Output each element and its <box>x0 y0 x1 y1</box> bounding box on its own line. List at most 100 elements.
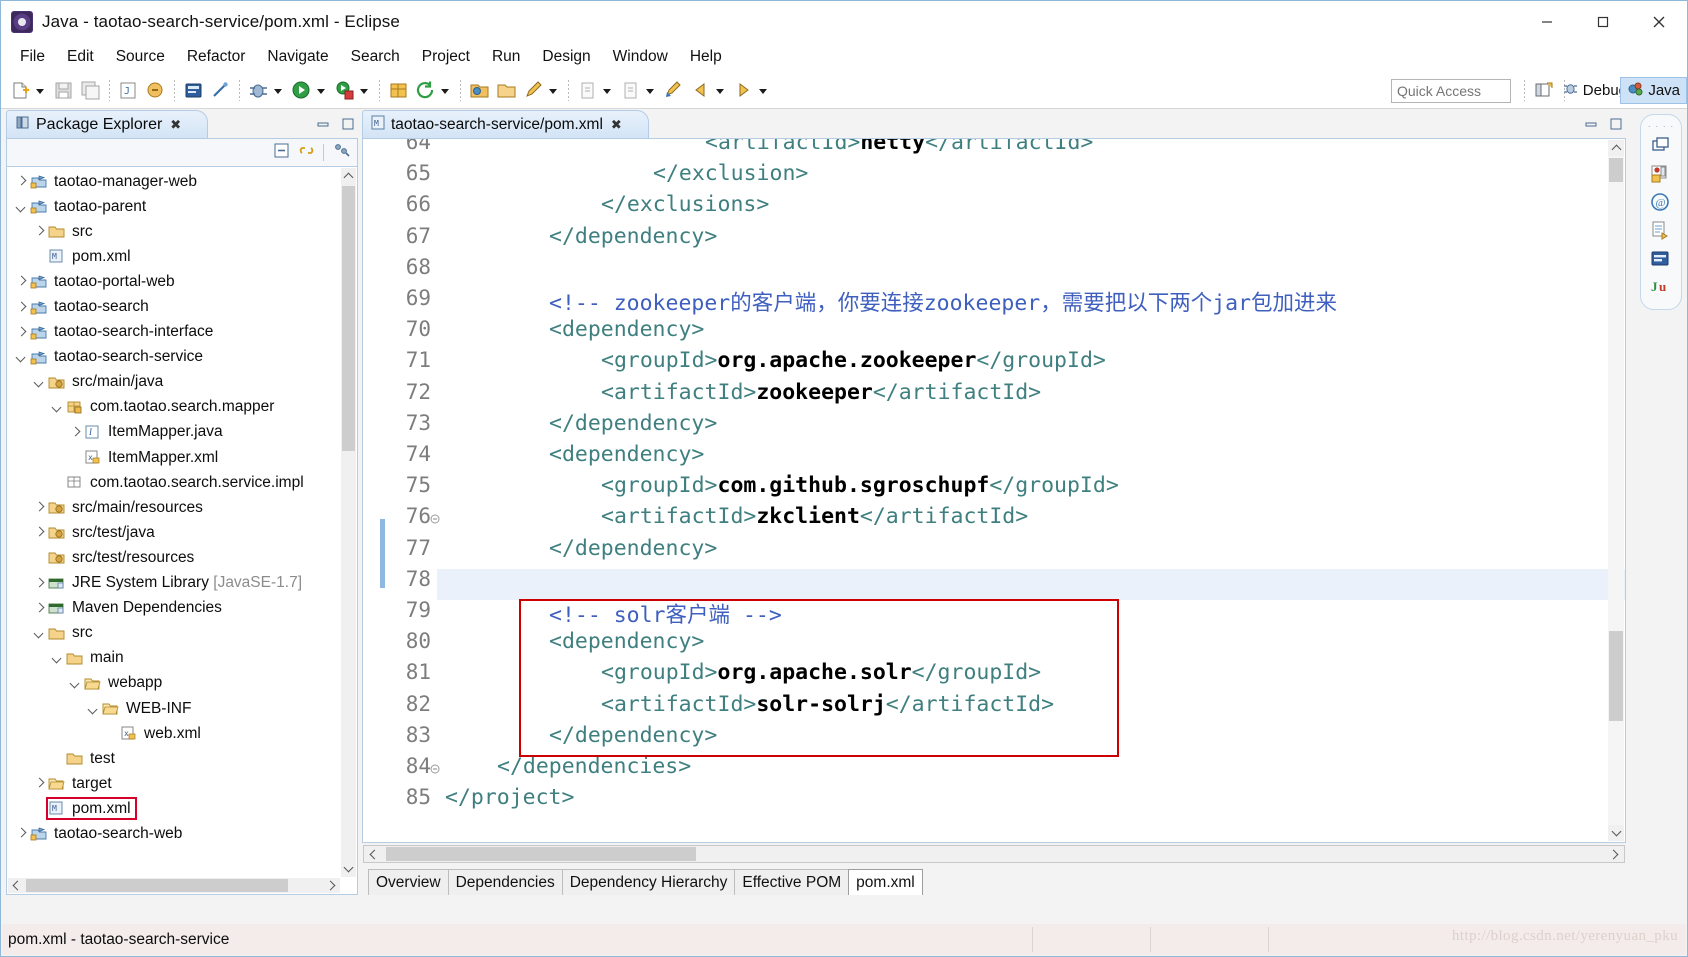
tree-item[interactable]: taotao-manager-web <box>7 169 341 194</box>
console-icon[interactable] <box>182 79 205 102</box>
link-with-editor-icon[interactable] <box>298 142 315 164</box>
tree-item[interactable]: main <box>7 646 341 671</box>
editor-page-tab-pom-xml[interactable]: pom.xml <box>848 869 923 895</box>
editor-scroll-thumb[interactable] <box>1609 158 1623 182</box>
next-annotation-icon[interactable] <box>576 79 599 102</box>
maximize-view-icon[interactable] <box>340 116 356 137</box>
chevron-down-icon[interactable] <box>67 675 83 691</box>
tree-item[interactable]: webapp <box>7 671 341 696</box>
debug-icon[interactable] <box>247 79 270 102</box>
editor-hscroll-thumb[interactable] <box>386 847 696 861</box>
tree-item[interactable]: target <box>7 771 341 796</box>
scroll-down-button[interactable] <box>341 861 356 877</box>
menu-run[interactable]: Run <box>481 45 531 69</box>
previous-annotation-dropdown-icon[interactable] <box>644 79 657 102</box>
editor-scroll-down-button[interactable] <box>1608 825 1624 841</box>
tree-item[interactable]: com.taotao.search.service.impl <box>7 470 341 495</box>
tree-scroll-thumb[interactable] <box>342 186 355 451</box>
quick-access-input[interactable] <box>1391 79 1511 103</box>
close-icon[interactable]: ✖ <box>611 117 622 133</box>
chevron-right-icon[interactable] <box>31 600 47 616</box>
forward-dropdown-icon[interactable] <box>757 79 770 102</box>
close-icon[interactable]: ✖ <box>170 117 181 133</box>
menu-project[interactable]: Project <box>411 45 481 69</box>
menu-help[interactable]: Help <box>679 45 733 69</box>
tree-item[interactable]: JRE System Library [JavaSE-1.7] <box>7 571 341 596</box>
chevron-right-icon[interactable] <box>13 826 29 842</box>
tree-item[interactable]: I ItemMapper.java <box>7 420 341 445</box>
chevron-right-icon[interactable] <box>31 776 47 792</box>
chevron-right-icon[interactable] <box>31 500 47 516</box>
code-text[interactable]: <artifactId>netty</artifactId> </exclusio… <box>437 139 1625 842</box>
chevron-down-icon[interactable] <box>31 625 47 641</box>
tree-item[interactable]: src/main/resources <box>7 495 341 520</box>
console-icon[interactable] <box>1649 247 1673 271</box>
editor-page-tab-dependency-hierarchy[interactable]: Dependency Hierarchy <box>561 869 736 895</box>
tree-horizontal-scrollbar[interactable] <box>8 878 340 893</box>
back-icon[interactable] <box>689 79 712 102</box>
editor-scroll-thumb-secondary[interactable] <box>1609 631 1623 721</box>
editor-horizontal-scrollbar[interactable] <box>363 845 1625 863</box>
tree-item[interactable]: src/test/resources <box>7 545 341 570</box>
editor-scroll-left-button[interactable] <box>364 846 382 862</box>
menu-source[interactable]: Source <box>105 45 176 69</box>
tree-item[interactable]: x ItemMapper.xml <box>7 445 341 470</box>
tree-item[interactable]: com.taotao.search.mapper <box>7 395 341 420</box>
editor-page-tabs[interactable]: Overview Dependencies Dependency Hierarchy… <box>362 865 1626 895</box>
tree-item[interactable]: taotao-search-web <box>7 821 341 846</box>
run-icon[interactable] <box>290 79 313 102</box>
menu-file[interactable]: File <box>9 45 56 69</box>
refresh-dropdown-icon[interactable] <box>439 79 452 102</box>
menu-refactor[interactable]: Refactor <box>176 45 257 69</box>
problems-icon[interactable]: @ <box>1649 191 1673 215</box>
chevron-right-icon[interactable] <box>67 424 83 440</box>
annotation-ruler[interactable] <box>364 140 380 841</box>
editor-scroll-right-button[interactable] <box>1606 846 1624 862</box>
run-dropdown-icon[interactable] <box>315 79 328 102</box>
chevron-right-icon[interactable] <box>13 274 29 290</box>
tree-item[interactable]: test <box>7 746 341 771</box>
tree-item[interactable]: src/main/java <box>7 370 341 395</box>
tree-vertical-scrollbar[interactable] <box>341 168 356 877</box>
tree-item[interactable]: WEB-INF <box>7 696 341 721</box>
chevron-down-icon[interactable] <box>13 199 29 215</box>
last-edit-location-icon[interactable] <box>662 79 685 102</box>
minimize-view-icon[interactable] <box>1583 116 1599 137</box>
perspective-java[interactable]: Java <box>1620 77 1687 104</box>
tree-item[interactable]: taotao-portal-web <box>7 269 341 294</box>
project-tree[interactable]: taotao-manager-web taotao-parent src Mpom.x… <box>7 169 341 878</box>
refresh-icon[interactable] <box>414 79 437 102</box>
tree-hscroll-thumb[interactable] <box>26 879 288 892</box>
edit-icon[interactable] <box>522 79 545 102</box>
menu-edit[interactable]: Edit <box>56 45 105 69</box>
edit-dropdown-icon[interactable] <box>547 79 560 102</box>
editor-page-tab-effective-pom[interactable]: Effective POM <box>734 869 850 895</box>
run-external-tools-icon[interactable] <box>333 79 356 102</box>
chevron-right-icon[interactable] <box>31 575 47 591</box>
external-tools-dropdown-icon[interactable] <box>358 79 371 102</box>
minimize-button[interactable] <box>1519 1 1575 42</box>
open-resource-icon[interactable] <box>468 79 491 102</box>
forward-icon[interactable] <box>732 79 755 102</box>
chevron-down-icon[interactable] <box>49 650 65 666</box>
scroll-left-button[interactable] <box>8 878 24 893</box>
new-package-icon[interactable] <box>387 79 410 102</box>
previous-annotation-icon[interactable] <box>619 79 642 102</box>
chevron-right-icon[interactable] <box>31 525 47 541</box>
javadoc-icon[interactable] <box>1649 219 1673 243</box>
close-button[interactable] <box>1631 1 1687 42</box>
tree-item[interactable]: x web.xml <box>7 721 341 746</box>
back-dropdown-icon[interactable] <box>714 79 727 102</box>
tree-item[interactable]: src <box>7 621 341 646</box>
editor-vertical-scrollbar[interactable] <box>1608 140 1624 841</box>
editor-tab-pom-xml[interactable]: M taotao-search-service/pom.xml ✖ <box>362 110 649 138</box>
quick-fix-icon[interactable] <box>209 79 232 102</box>
menu-window[interactable]: Window <box>602 45 679 69</box>
minimize-view-icon[interactable] <box>315 116 331 137</box>
package-explorer-icon[interactable] <box>1649 163 1673 187</box>
editor-scroll-up-button[interactable] <box>1608 140 1624 156</box>
package-explorer-tab[interactable]: Package Explorer ✖ <box>6 110 209 138</box>
chevron-right-icon[interactable] <box>13 174 29 190</box>
junit-icon[interactable]: J u <box>1649 275 1673 299</box>
tree-item[interactable]: taotao-parent <box>7 194 341 219</box>
